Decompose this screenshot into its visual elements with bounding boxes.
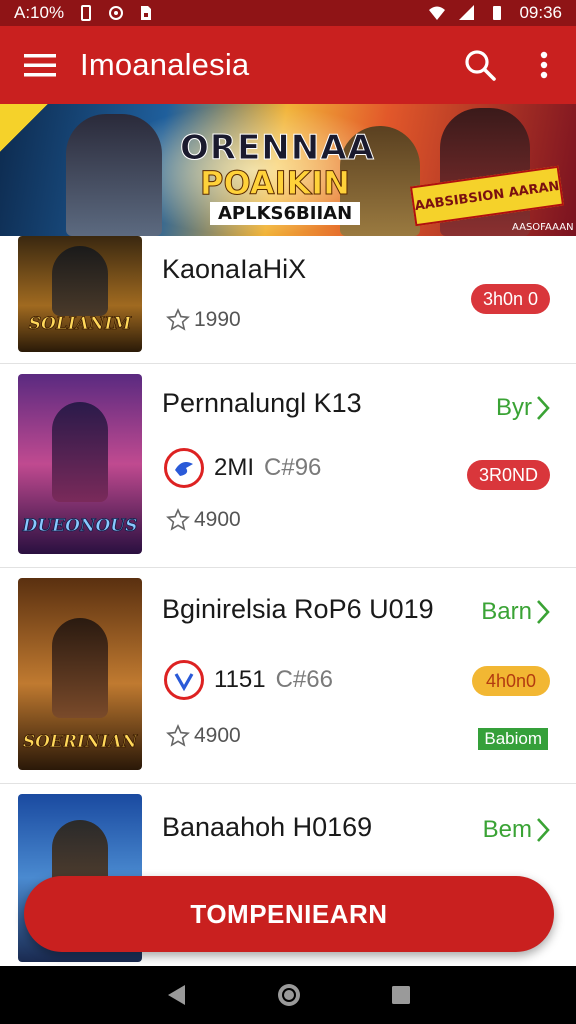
publisher-logo-icon	[164, 448, 204, 488]
banner-title-line3: APLKS6BIIAN	[210, 202, 361, 225]
item-rating: 4900	[166, 508, 241, 532]
status-time: 09:36	[519, 3, 562, 22]
item-tag: Babiom	[478, 728, 548, 750]
item-rating: 4900	[166, 724, 241, 748]
chevron-right-icon	[537, 396, 550, 420]
item-open-link[interactable]: Barn	[481, 598, 550, 626]
status-left-text: A:10%	[14, 3, 65, 22]
item-thumbnail: DUEONOUS	[18, 374, 142, 554]
item-rating: 1990	[166, 308, 241, 332]
item-price-pill[interactable]: 4h0n0	[472, 666, 550, 696]
app-title: Imoanalesia	[80, 47, 250, 82]
item-open-label: Byr	[496, 394, 532, 421]
search-icon	[465, 50, 496, 81]
promo-banner[interactable]: ORENNAA POAIKIN APLKS6BIIAN AABSIBSION A…	[0, 104, 576, 236]
list-item[interactable]: SOERINIAN Bginirelsia RoP6 U019 1151 C#6…	[0, 568, 576, 784]
item-thumbnail: SOERINIAN	[18, 578, 142, 770]
chevron-right-icon	[537, 600, 550, 624]
item-open-link[interactable]: Byr	[496, 394, 550, 422]
wifi-icon	[429, 6, 446, 20]
star-outline-icon	[166, 724, 190, 747]
game-list: SOLIANIM KaonaIaHiX 1990 3h0n 0 DUEONOUS…	[0, 236, 576, 966]
status-bar: A:10% 09:36	[0, 0, 576, 26]
thumb-hero	[52, 618, 108, 718]
battery-small-icon	[81, 5, 92, 21]
item-price-pill[interactable]: 3h0n 0	[470, 284, 550, 314]
target-icon	[109, 6, 124, 20]
banner-promo-sub: AASOFAAAN	[512, 222, 574, 233]
rating-value: 4900	[194, 508, 241, 531]
thumb-title: DUEONOUS	[22, 516, 138, 537]
item-meta-sub: C#66	[275, 666, 333, 693]
item-meta: 1151 C#66	[164, 660, 333, 700]
thumb-hero	[52, 402, 108, 502]
menu-button[interactable]	[0, 26, 80, 104]
item-open-link[interactable]: Bem	[483, 816, 550, 844]
sim-card-icon	[141, 6, 152, 20]
list-item[interactable]: DUEONOUS Pernnalungl K13 2MI C#96 4900 B…	[0, 364, 576, 568]
item-meta: 2MI C#96	[164, 448, 321, 488]
overflow-menu-button[interactable]	[512, 26, 576, 104]
signal-icon	[459, 5, 475, 20]
item-meta-main: 1151	[214, 666, 266, 693]
star-outline-icon	[166, 508, 190, 531]
star-outline-icon	[166, 308, 190, 331]
chevron-right-icon	[537, 818, 550, 842]
rating-value: 4900	[194, 724, 241, 747]
battery-icon	[493, 6, 502, 20]
thumb-title: SOLIANIM	[28, 314, 132, 335]
banner-title-line2: POAIKIN	[200, 164, 351, 203]
banner-corner-tag	[0, 104, 48, 152]
item-thumbnail: SOLIANIM	[18, 236, 142, 352]
item-meta-main: 2MI	[214, 454, 255, 481]
item-open-label: Barn	[481, 598, 532, 625]
rating-value: 1990	[194, 308, 241, 331]
banner-title-line1: ORENNAA	[180, 128, 375, 169]
banner-hero-left	[66, 114, 162, 236]
recents-square-icon[interactable]	[391, 985, 411, 1005]
hamburger-menu-icon	[24, 54, 56, 77]
list-item[interactable]: SOLIANIM KaonaIaHiX 1990 3h0n 0	[0, 236, 576, 364]
thumb-title: SOERINIAN	[22, 732, 138, 753]
publisher-logo-icon	[164, 660, 204, 700]
item-title: Pernnalungl K13	[162, 388, 362, 418]
home-circle-icon[interactable]	[276, 982, 302, 1008]
thumb-hero	[52, 246, 108, 316]
item-title: Banaahoh H0169	[162, 812, 373, 842]
system-nav-bar	[0, 966, 576, 1024]
item-title: KaonaIaHiX	[162, 254, 307, 284]
more-vert-icon	[540, 51, 548, 79]
back-triangle-icon[interactable]	[165, 983, 187, 1007]
search-button[interactable]	[448, 26, 512, 104]
item-meta-sub: C#96	[264, 454, 322, 481]
app-bar: Imoanalesia	[0, 26, 576, 104]
primary-action-button[interactable]: TOMPENIEARN	[24, 876, 554, 952]
item-price-pill[interactable]: 3R0ND	[466, 460, 550, 490]
item-open-label: Bem	[482, 816, 532, 843]
item-title: Bginirelsia RoP6 U019	[162, 594, 434, 624]
